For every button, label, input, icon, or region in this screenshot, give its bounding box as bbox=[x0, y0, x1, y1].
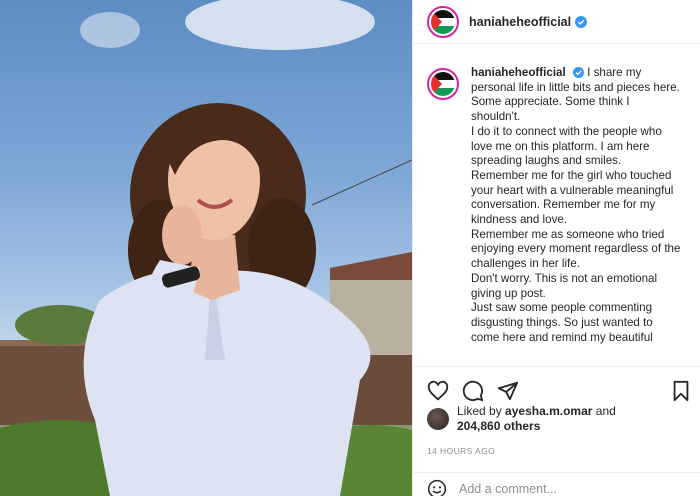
caption-line: Just saw some people commenting disgusti… bbox=[471, 301, 653, 344]
caption-line: Remember me as someone who tried enjoyin… bbox=[471, 227, 681, 271]
likes-prefix: Liked by bbox=[457, 404, 502, 418]
post-timestamp[interactable]: 14 HOURS AGO bbox=[427, 446, 495, 456]
post-caption: haniaheheofficial I share my personal li… bbox=[471, 66, 681, 345]
caption-line: Don't worry. This is not an emotional gi… bbox=[471, 271, 658, 300]
bookmark-icon[interactable] bbox=[671, 380, 691, 402]
verified-badge-icon bbox=[572, 67, 584, 78]
palestine-flag-icon bbox=[431, 72, 455, 96]
caption-row: haniaheheofficial I share my personal li… bbox=[427, 66, 687, 345]
header-username[interactable]: haniaheheofficial bbox=[469, 15, 571, 29]
heart-icon[interactable] bbox=[427, 380, 449, 402]
post-side-panel: haniaheheofficial haniaheheofficial I sh… bbox=[412, 0, 700, 496]
paper-plane-icon[interactable] bbox=[497, 380, 519, 402]
caption-avatar[interactable] bbox=[427, 68, 459, 100]
comments-section[interactable]: haniaheheofficial I share my personal li… bbox=[413, 52, 700, 366]
post-header: haniaheheofficial bbox=[413, 0, 700, 44]
caption-username[interactable]: haniaheheofficial bbox=[471, 66, 566, 79]
likes-and: and bbox=[595, 404, 616, 418]
post-photo[interactable] bbox=[0, 0, 412, 496]
comment-bubble-icon[interactable] bbox=[462, 380, 484, 402]
liker-avatar[interactable] bbox=[427, 408, 449, 430]
smiley-icon[interactable] bbox=[427, 479, 447, 496]
likes-count[interactable]: 204,860 others bbox=[457, 419, 540, 433]
photo-illustration bbox=[0, 0, 412, 496]
caption-line: I do it to connect with the people who l… bbox=[471, 124, 662, 168]
liker-username[interactable]: ayesha.m.omar bbox=[505, 404, 592, 418]
add-comment-bar bbox=[413, 472, 700, 496]
caption-line: Remember me for the girl who touched you… bbox=[471, 168, 674, 227]
likes-summary: Liked by ayesha.m.omar and 204,860 other… bbox=[427, 404, 667, 434]
palestine-flag-icon bbox=[431, 9, 455, 34]
user-avatar[interactable] bbox=[427, 5, 459, 38]
comment-input[interactable] bbox=[459, 481, 659, 496]
likes-text: Liked by ayesha.m.omar and 204,860 other… bbox=[457, 404, 667, 434]
verified-badge-icon bbox=[575, 15, 588, 28]
